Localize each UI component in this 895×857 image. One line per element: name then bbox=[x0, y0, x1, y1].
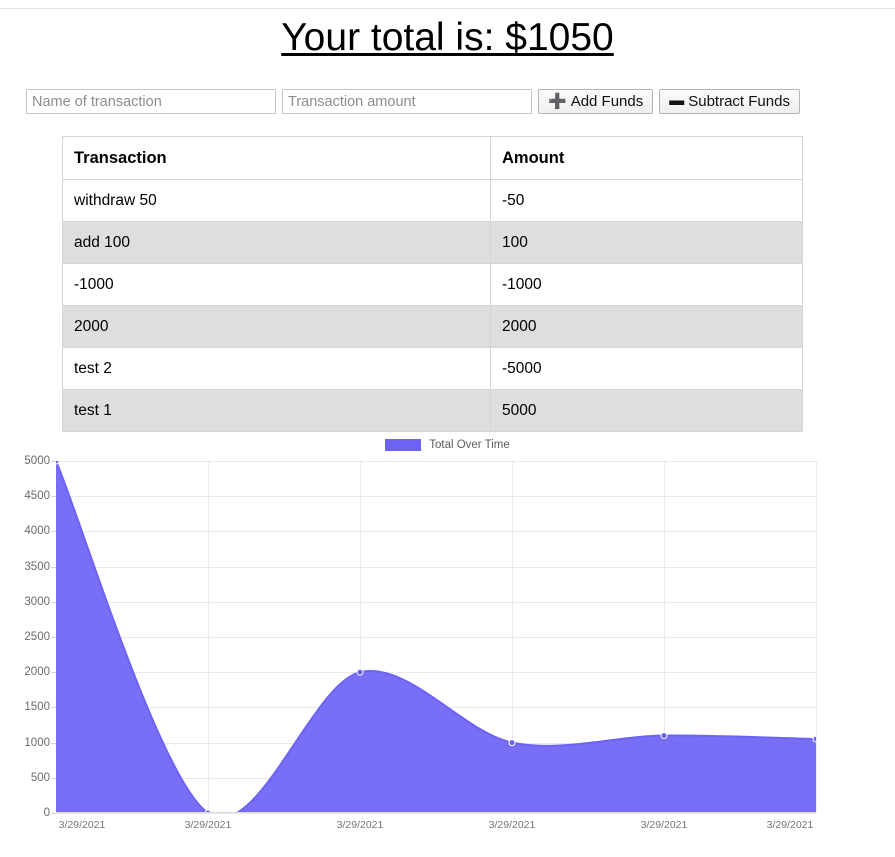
table-row[interactable]: -1000 -1000 bbox=[62, 263, 803, 306]
x-tick-label: 3/29/2021 bbox=[184, 819, 232, 831]
chart-points bbox=[56, 461, 816, 813]
transaction-name-input[interactable] bbox=[26, 89, 276, 114]
y-tick-label: 0 bbox=[43, 807, 50, 819]
subtract-funds-label: Subtract Funds bbox=[688, 93, 790, 110]
add-funds-label: Add Funds bbox=[570, 93, 644, 110]
x-tick-label: 3/29/2021 bbox=[58, 819, 106, 831]
vertical-gridline bbox=[816, 461, 817, 813]
y-tick-mark bbox=[51, 637, 56, 638]
page-title: Your total is: $1050 bbox=[0, 14, 895, 62]
cell-transaction: 2000 bbox=[62, 305, 491, 348]
y-tick-label: 2000 bbox=[24, 666, 50, 679]
y-tick-label: 4500 bbox=[24, 490, 50, 503]
transaction-amount-input[interactable] bbox=[282, 89, 532, 114]
page-title-text: Your total is: $1050 bbox=[281, 16, 614, 59]
add-funds-button[interactable]: ➕ Add Funds bbox=[538, 89, 654, 114]
y-tick-mark bbox=[51, 531, 56, 533]
table-row[interactable]: 2000 2000 bbox=[62, 305, 803, 348]
total-over-time-chart: Total Over Time 0 500 1000 1500 2000 2500 3000… bbox=[0, 436, 895, 857]
y-tick-label: 4000 bbox=[24, 525, 50, 538]
cell-amount: -1000 bbox=[490, 263, 803, 306]
y-tick-label: 5000 bbox=[24, 455, 50, 467]
transactions-table-wrapper: Transaction Amount withdraw 50 -50 add 1… bbox=[62, 136, 803, 432]
subtract-funds-button[interactable]: ▬ Subtract Funds bbox=[659, 89, 800, 114]
cell-transaction: add 100 bbox=[62, 221, 491, 264]
y-tick-mark bbox=[51, 566, 56, 568]
cell-amount: 5000 bbox=[490, 389, 803, 432]
cell-transaction: test 1 bbox=[62, 389, 491, 432]
y-tick-label: 1500 bbox=[24, 701, 50, 714]
chart-legend[interactable]: Total Over Time bbox=[0, 439, 895, 451]
table-row[interactable]: test 1 5000 bbox=[62, 389, 803, 432]
column-header-transaction: Transaction bbox=[62, 136, 491, 180]
table-body: withdraw 50 -50 add 100 100 -1000 -1000 … bbox=[62, 179, 803, 432]
transactions-table: Transaction Amount withdraw 50 -50 add 1… bbox=[62, 136, 803, 432]
y-tick-mark bbox=[51, 601, 56, 603]
table-header-row: Transaction Amount bbox=[62, 136, 803, 180]
legend-swatch-icon bbox=[385, 439, 422, 451]
y-tick-mark bbox=[51, 672, 56, 674]
table-row[interactable]: withdraw 50 -50 bbox=[62, 179, 803, 222]
y-tick-mark bbox=[51, 707, 56, 709]
y-tick-label: 500 bbox=[30, 771, 50, 784]
y-tick-mark bbox=[51, 777, 56, 779]
y-tick-mark bbox=[51, 813, 56, 814]
cell-transaction: withdraw 50 bbox=[62, 179, 491, 222]
plus-icon: ➕ bbox=[548, 93, 567, 110]
app-root: Your total is: $1050 ➕ Add Funds ▬ Subtr… bbox=[0, 0, 895, 857]
y-tick-label: 3000 bbox=[24, 595, 50, 608]
y-tick-mark bbox=[51, 496, 56, 498]
legend-label: Total Over Time bbox=[429, 439, 510, 451]
x-tick-label: 3/29/2021 bbox=[640, 819, 688, 831]
cell-transaction: test 2 bbox=[62, 347, 491, 390]
chart-x-axis bbox=[56, 812, 816, 813]
cell-amount: 2000 bbox=[490, 305, 803, 348]
y-tick-label: 1000 bbox=[24, 736, 50, 749]
gridline bbox=[56, 813, 816, 814]
table-row[interactable]: add 100 100 bbox=[62, 221, 803, 264]
y-tick-label: 3500 bbox=[24, 560, 50, 573]
cell-amount: -5000 bbox=[490, 347, 803, 390]
x-tick-label: 3/29/2021 bbox=[488, 819, 536, 831]
y-tick-mark bbox=[51, 461, 56, 462]
cell-amount: -50 bbox=[490, 179, 803, 222]
column-header-amount: Amount bbox=[490, 136, 803, 180]
chart-plot-area: 0 500 1000 1500 2000 2500 3000 3500 4000 4500 5000… bbox=[24, 455, 817, 831]
table-row[interactable]: test 2 -5000 bbox=[62, 347, 803, 390]
transaction-form: ➕ Add Funds ▬ Subtract Funds bbox=[26, 89, 800, 114]
minus-icon: ▬ bbox=[669, 92, 685, 109]
x-tick-label: 3/29/2021 bbox=[336, 819, 384, 831]
cell-transaction: -1000 bbox=[62, 263, 491, 306]
top-divider bbox=[0, 8, 895, 9]
y-tick-label: 2500 bbox=[24, 631, 50, 643]
y-tick-mark bbox=[51, 742, 56, 744]
cell-amount: 100 bbox=[490, 221, 803, 264]
x-tick-label: 3/29/2021 bbox=[766, 819, 814, 831]
